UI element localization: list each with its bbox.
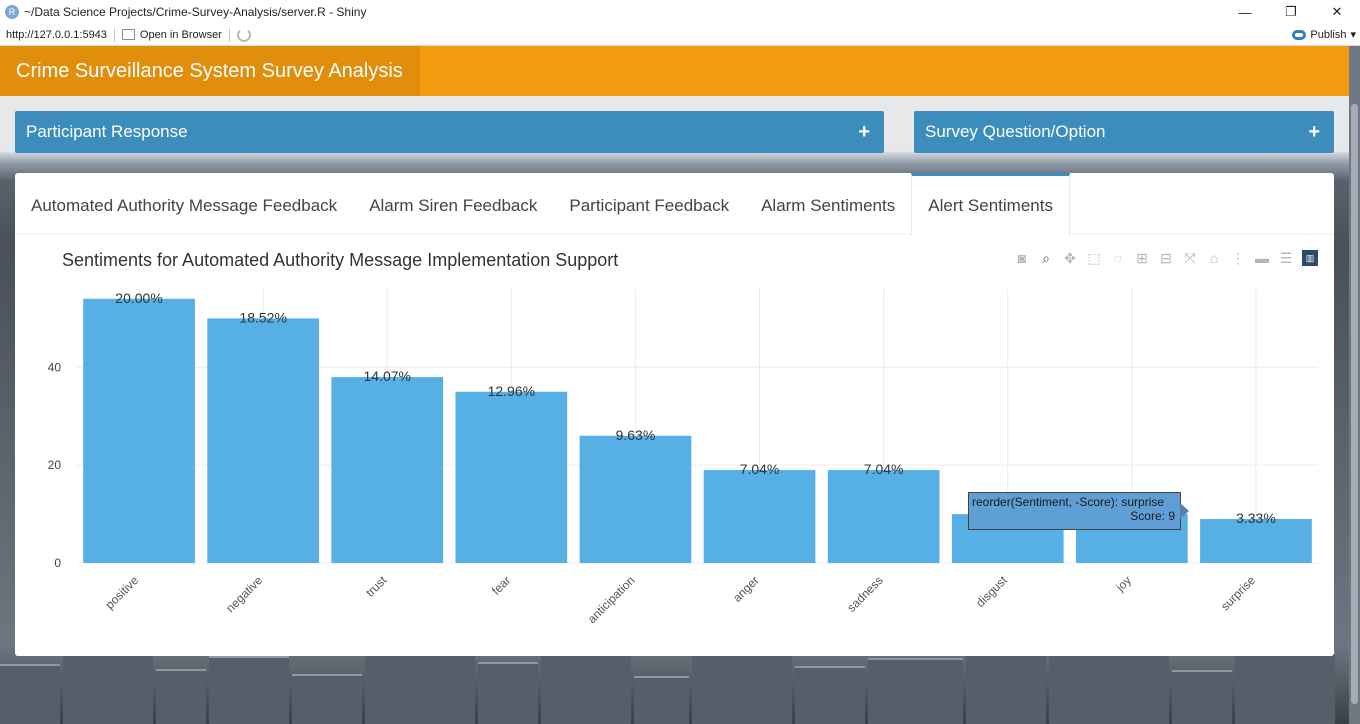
x-tick-label: negative bbox=[223, 573, 265, 615]
x-tick-label: sadness bbox=[844, 573, 886, 615]
autoscale-icon[interactable]: ⤧ bbox=[1182, 250, 1198, 266]
bar-chart[interactable]: 0 20 40 20.00% positive 18.52% negative 14.07% t… bbox=[15, 236, 1334, 656]
window-controls: — ❐ ✕ bbox=[1222, 0, 1360, 24]
y-tick-label: 40 bbox=[48, 360, 62, 374]
scrollbar-thumb[interactable] bbox=[1351, 104, 1358, 704]
tab-participant-feedback[interactable]: Participant Feedback bbox=[553, 173, 745, 235]
x-tick-label: disgust bbox=[973, 573, 1010, 610]
participant-response-panel[interactable]: Participant Response + bbox=[15, 111, 884, 153]
zoom-in-icon[interactable]: ⊞ bbox=[1134, 250, 1150, 266]
pan-icon[interactable]: ✥ bbox=[1062, 250, 1078, 266]
y-tick-label: 20 bbox=[48, 458, 62, 472]
zoom-icon[interactable]: ⌕ bbox=[1038, 250, 1054, 266]
close-button[interactable]: ✕ bbox=[1314, 0, 1360, 24]
spike-icon[interactable]: ⋮ bbox=[1230, 250, 1246, 266]
vertical-scrollbar[interactable] bbox=[1349, 46, 1360, 724]
lasso-icon[interactable]: ◌ bbox=[1110, 250, 1126, 266]
tooltip-score: Score: 9 bbox=[1130, 509, 1175, 523]
bar-data-label: 14.07% bbox=[364, 368, 411, 384]
hover-compare-icon[interactable]: ☰ bbox=[1278, 250, 1294, 266]
viewer-toolbar: http://127.0.0.1:5943 Open in Browser Pu… bbox=[0, 24, 1360, 46]
x-tick-label: anticipation bbox=[585, 573, 638, 626]
bar-data-label: 7.04% bbox=[864, 461, 904, 477]
y-tick-label: 0 bbox=[54, 556, 61, 570]
bar-data-label: 9.63% bbox=[616, 427, 656, 443]
tab-alarm-siren-feedback[interactable]: Alarm Siren Feedback bbox=[353, 173, 553, 235]
x-tick-label: anger bbox=[730, 573, 762, 605]
x-tick-label: joy bbox=[1113, 573, 1134, 594]
bar-data-label: 7.04% bbox=[740, 461, 780, 477]
window-title: ~/Data Science Projects/Crime-Survey-Ana… bbox=[24, 5, 367, 19]
browser-window-icon bbox=[121, 29, 135, 40]
window-titlebar: R ~/Data Science Projects/Crime-Survey-A… bbox=[0, 0, 1360, 24]
bar-data-label: 20.00% bbox=[115, 290, 162, 306]
zoom-out-icon[interactable]: ⊟ bbox=[1158, 250, 1174, 266]
tab-bar: Automated Authority Message Feedback Ala… bbox=[15, 173, 1334, 235]
app-logo-area: Crime Surveillance System Survey Analysi… bbox=[0, 46, 420, 96]
publish-icon bbox=[1292, 29, 1307, 40]
participant-response-label: Participant Response bbox=[26, 122, 188, 141]
survey-question-panel[interactable]: Survey Question/Option + bbox=[914, 111, 1334, 153]
survey-question-label: Survey Question/Option bbox=[925, 122, 1106, 141]
camera-icon[interactable]: ◙ bbox=[1014, 250, 1030, 266]
minimize-button[interactable]: — bbox=[1222, 0, 1268, 24]
open-in-browser-button[interactable]: Open in Browser bbox=[121, 28, 222, 41]
box-select-icon[interactable]: ⬚ bbox=[1086, 250, 1102, 266]
tab-box: Automated Authority Message Feedback Ala… bbox=[15, 173, 1334, 656]
r-app-icon: R bbox=[5, 5, 19, 19]
reset-icon[interactable]: ⌂ bbox=[1206, 250, 1222, 266]
app-title: Crime Surveillance System Survey Analysi… bbox=[16, 59, 403, 82]
bar-negative[interactable] bbox=[207, 318, 319, 563]
expand-plus-icon[interactable]: + bbox=[1308, 121, 1320, 144]
hover-tooltip: reorder(Sentiment, -Score): surprise Sco… bbox=[968, 492, 1189, 530]
toolbar-divider bbox=[228, 27, 230, 42]
refresh-icon[interactable] bbox=[236, 27, 251, 42]
bar-anticipation[interactable] bbox=[579, 435, 692, 563]
chevron-down-icon[interactable]: ▾ bbox=[1350, 28, 1356, 41]
shiny-app: Crime Surveillance System Survey Analysi… bbox=[0, 46, 1349, 724]
url-display: http://127.0.0.1:5943 bbox=[6, 28, 107, 41]
bar-positive[interactable] bbox=[83, 298, 195, 563]
x-tick-label: surprise bbox=[1218, 573, 1258, 613]
bar-anger[interactable] bbox=[703, 470, 816, 563]
x-tick-label: positive bbox=[103, 573, 142, 612]
bar-sadness[interactable] bbox=[827, 470, 940, 563]
chart-title: Sentiments for Automated Authority Messa… bbox=[62, 250, 619, 270]
bar-data-label: 18.52% bbox=[239, 309, 286, 325]
tooltip-arrow bbox=[1180, 503, 1189, 519]
maximize-button[interactable]: ❐ bbox=[1268, 0, 1314, 24]
tab-alert-sentiments[interactable]: Alert Sentiments bbox=[911, 173, 1070, 235]
expand-plus-icon[interactable]: + bbox=[858, 121, 870, 144]
x-tick-label: fear bbox=[489, 573, 514, 598]
tab-alarm-sentiments[interactable]: Alarm Sentiments bbox=[745, 173, 911, 235]
app-header: Crime Surveillance System Survey Analysi… bbox=[0, 46, 1349, 96]
bar-data-label: 3.33% bbox=[1236, 510, 1276, 526]
bar-trust[interactable] bbox=[331, 377, 444, 563]
plotly-modebar: ◙ ⌕ ✥ ⬚ ◌ ⊞ ⊟ ⤧ ⌂ ⋮ ▬ ☰ ▥ bbox=[1014, 250, 1318, 266]
tab-automated-authority-message-feedback[interactable]: Automated Authority Message Feedback bbox=[15, 173, 353, 235]
tooltip-category: reorder(Sentiment, -Score): surprise bbox=[972, 495, 1165, 509]
bar-fear[interactable] bbox=[455, 391, 568, 563]
publish-label: Publish bbox=[1310, 28, 1347, 41]
open-in-browser-label: Open in Browser bbox=[139, 28, 222, 41]
toolbar-divider bbox=[113, 27, 115, 42]
x-tick-label: trust bbox=[363, 573, 390, 600]
bar-data-label: 12.96% bbox=[488, 383, 535, 399]
plotly-logo-icon[interactable]: ▥ bbox=[1302, 250, 1318, 266]
publish-button[interactable]: Publish ▾ bbox=[1292, 28, 1356, 41]
hover-closest-icon[interactable]: ▬ bbox=[1254, 250, 1270, 266]
city-background-image bbox=[0, 652, 1349, 724]
chart-container: 0 20 40 20.00% positive 18.52% negative 14.07% t… bbox=[15, 236, 1334, 656]
